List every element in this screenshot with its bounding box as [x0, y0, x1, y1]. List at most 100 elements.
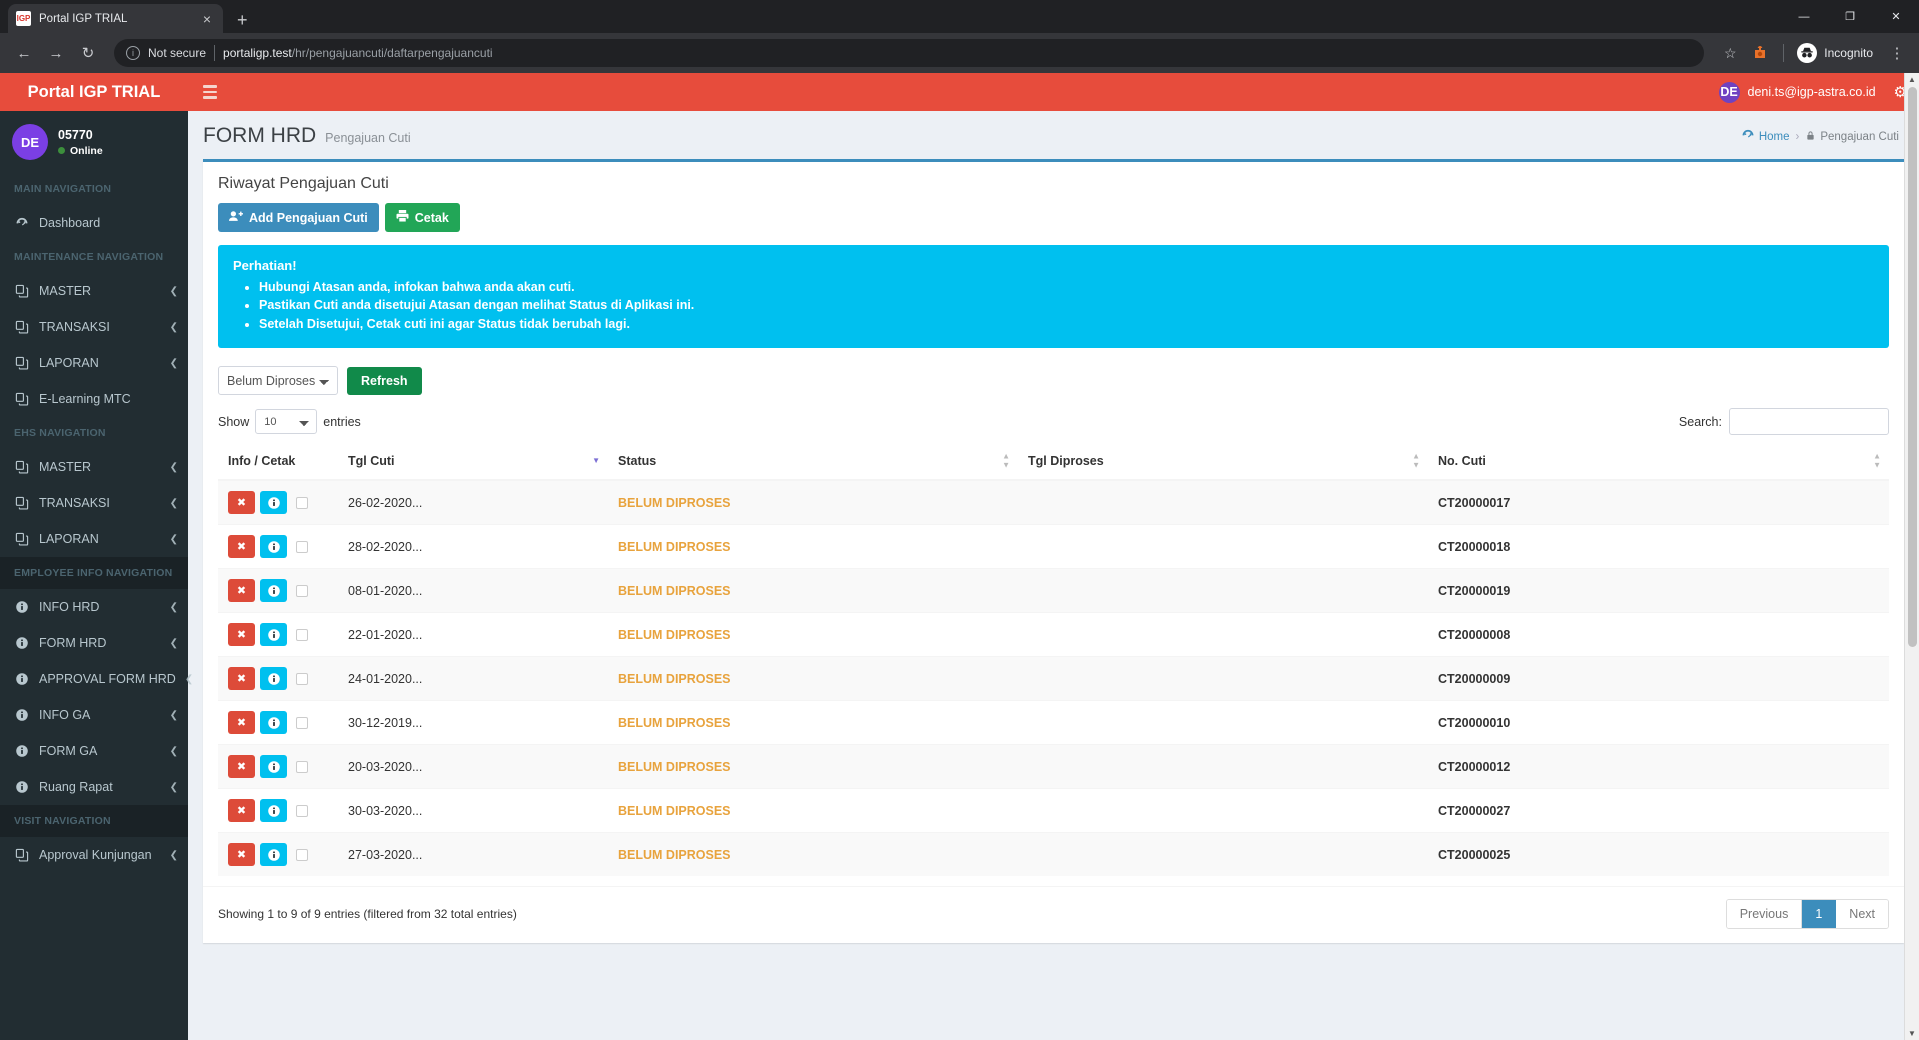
new-tab-button[interactable]: +	[237, 11, 248, 29]
table-row[interactable]: ✖ 26-02-2020... BELUM DIPROSES CT20000017	[218, 479, 1889, 525]
favicon-icon: IGP	[16, 11, 31, 26]
sidebar-item-master[interactable]: MASTER ❮	[0, 273, 188, 309]
sidebar-item-laporan[interactable]: LAPORAN ❮	[0, 521, 188, 557]
browser-tab[interactable]: IGP Portal IGP TRIAL ×	[8, 4, 223, 33]
alert-item-list: Hubungi Atasan anda, infokan bahwa anda …	[259, 278, 1874, 333]
row-checkbox[interactable]	[296, 540, 308, 553]
copy-icon	[14, 392, 30, 406]
sidebar-item-approval-form-hrd[interactable]: APPROVAL FORM HRD ❮	[0, 661, 193, 697]
info-row-button[interactable]	[260, 535, 287, 559]
reload-icon[interactable]: ↻	[74, 39, 102, 67]
page-length-select[interactable]: 10	[255, 409, 318, 435]
window-close-button[interactable]: ✕	[1873, 0, 1919, 33]
sidebar-item-transaksi[interactable]: TRANSAKSI ❮	[0, 309, 188, 345]
window-minimize-button[interactable]: —	[1781, 0, 1827, 33]
sidebar-item-ruang-rapat[interactable]: Ruang Rapat ❮	[0, 769, 188, 805]
delete-row-button[interactable]: ✖	[228, 843, 255, 867]
row-checkbox[interactable]	[296, 760, 308, 773]
breadcrumb-item-pengajuan-cuti[interactable]: Pengajuan Cuti	[1805, 130, 1899, 144]
window-maximize-button[interactable]: ❐	[1827, 0, 1873, 33]
sidebar-item-info-hrd[interactable]: INFO HRD ❮	[0, 589, 188, 625]
sidebar-item-form-hrd[interactable]: FORM HRD ❮	[0, 625, 188, 661]
info-row-button[interactable]	[260, 711, 287, 735]
forward-icon[interactable]: →	[42, 39, 70, 67]
address-bar[interactable]: i Not secure portaligp.test/hr/pengajuan…	[114, 39, 1705, 67]
sidebar-item-transaksi[interactable]: TRANSAKSI ❮	[0, 485, 188, 521]
row-checkbox[interactable]	[296, 716, 308, 729]
table-row[interactable]: ✖ 27-03-2020... BELUM DIPROSES CT20000025	[218, 832, 1889, 877]
cell-tgl-diproses	[1018, 788, 1428, 833]
delete-row-button[interactable]: ✖	[228, 667, 255, 691]
delete-row-button[interactable]: ✖	[228, 491, 255, 515]
delete-row-button[interactable]: ✖	[228, 711, 255, 735]
table-row[interactable]: ✖ 30-03-2020... BELUM DIPROSES CT20000027	[218, 788, 1889, 833]
table-row[interactable]: ✖ 20-03-2020... BELUM DIPROSES CT20000012	[218, 744, 1889, 789]
navbar-user-menu[interactable]: DE deni.ts@igp-astra.co.id	[1718, 81, 1876, 103]
sidebar-item-approval-kunjungan[interactable]: Approval Kunjungan ❮	[0, 837, 188, 873]
bookmark-star-icon[interactable]: ☆	[1716, 39, 1744, 67]
status-filter-select[interactable]: Belum Diproses	[218, 366, 338, 396]
table-row[interactable]: ✖ 22-01-2020... BELUM DIPROSES CT20000008	[218, 612, 1889, 657]
page-viewport: Portal IGP TRIAL DE 05770 Online MAIN NA…	[0, 73, 1919, 1040]
info-row-button[interactable]	[260, 755, 287, 779]
delete-row-button[interactable]: ✖	[228, 755, 255, 779]
brand-logo[interactable]: Portal IGP TRIAL	[0, 73, 188, 111]
sidebar-item-dashboard[interactable]: Dashboard	[0, 205, 188, 241]
sidebar-item-form-ga[interactable]: FORM GA ❮	[0, 733, 188, 769]
toolbar-right: ☆ Incognito ⋮	[1716, 39, 1909, 67]
chevron-left-icon: ❮	[169, 533, 178, 545]
table-header-tgl-diproses[interactable]: Tgl Diproses ▲ ▼	[1018, 443, 1428, 482]
browser-toolbar: ← → ↻ i Not secure portaligp.test/hr/pen…	[0, 33, 1919, 73]
row-checkbox[interactable]	[296, 672, 308, 685]
sidebar-item-master[interactable]: MASTER ❮	[0, 449, 188, 485]
info-row-button[interactable]	[260, 843, 287, 867]
sidebar-user-panel[interactable]: DE 05770 Online	[0, 111, 188, 173]
add-pengajuan-cuti-button[interactable]: Add Pengajuan Cuti	[218, 203, 379, 232]
scroll-up-arrow-icon[interactable]: ▲	[1908, 73, 1916, 86]
scrollbar-thumb[interactable]	[1907, 87, 1917, 647]
info-row-button[interactable]	[260, 623, 287, 647]
search-input[interactable]	[1729, 408, 1889, 436]
row-checkbox[interactable]	[296, 496, 308, 509]
refresh-button[interactable]: Refresh	[347, 366, 422, 395]
page-scrollbar[interactable]: ▲ ▼	[1904, 73, 1919, 1040]
table-header-status[interactable]: Status ▲ ▼	[608, 443, 1018, 482]
delete-row-button[interactable]: ✖	[228, 623, 255, 647]
delete-row-button[interactable]: ✖	[228, 579, 255, 603]
sidebar-item-label: APPROVAL FORM HRD	[39, 672, 176, 686]
table-row[interactable]: ✖ 08-01-2020... BELUM DIPROSES CT20000019	[218, 568, 1889, 613]
pagination-previous[interactable]: Previous	[1726, 900, 1803, 929]
table-row[interactable]: ✖ 28-02-2020... BELUM DIPROSES CT20000018	[218, 524, 1889, 569]
sidebar-toggle-button[interactable]	[196, 79, 224, 105]
browser-menu-icon[interactable]: ⋮	[1885, 44, 1909, 62]
cetak-button[interactable]: Cetak	[384, 203, 460, 232]
scroll-down-arrow-icon[interactable]: ▼	[1908, 1027, 1916, 1040]
tab-close-icon[interactable]: ×	[199, 12, 215, 26]
row-checkbox[interactable]	[296, 628, 308, 641]
table-header-no-cuti[interactable]: No. Cuti ▲ ▼	[1428, 443, 1889, 482]
table-header-tgl-cuti[interactable]: Tgl Cuti ▼	[338, 443, 608, 482]
back-icon[interactable]: ←	[10, 39, 38, 67]
info-row-button[interactable]	[260, 799, 287, 823]
table-row[interactable]: ✖ 24-01-2020... BELUM DIPROSES CT20000009	[218, 656, 1889, 701]
site-info-icon[interactable]: i	[126, 46, 140, 60]
delete-row-button[interactable]: ✖	[228, 799, 255, 823]
sidebar-item-laporan[interactable]: LAPORAN ❮	[0, 345, 188, 381]
info-row-button[interactable]	[260, 579, 287, 603]
sidebar-item-info-ga[interactable]: INFO GA ❮	[0, 697, 188, 733]
pagination-next[interactable]: Next	[1836, 900, 1888, 929]
row-checkbox[interactable]	[296, 848, 308, 861]
breadcrumb-item-home[interactable]: Home	[1741, 128, 1790, 145]
incognito-profile-button[interactable]: Incognito	[1793, 40, 1883, 66]
row-checkbox[interactable]	[296, 804, 308, 817]
row-checkbox[interactable]	[296, 584, 308, 597]
extension-icon[interactable]	[1746, 39, 1774, 67]
info-row-button[interactable]	[260, 491, 287, 515]
sidebar-item-label: E-Learning MTC	[39, 392, 131, 406]
sidebar-item-e-learning-mtc[interactable]: E-Learning MTC	[0, 381, 188, 417]
pagination-1[interactable]: 1	[1802, 900, 1837, 929]
table-row[interactable]: ✖ 30-12-2019... BELUM DIPROSES CT20000010	[218, 700, 1889, 745]
table-footer: Showing 1 to 9 of 9 entries (filtered fr…	[203, 886, 1904, 943]
info-row-button[interactable]	[260, 667, 287, 691]
delete-row-button[interactable]: ✖	[228, 535, 255, 559]
